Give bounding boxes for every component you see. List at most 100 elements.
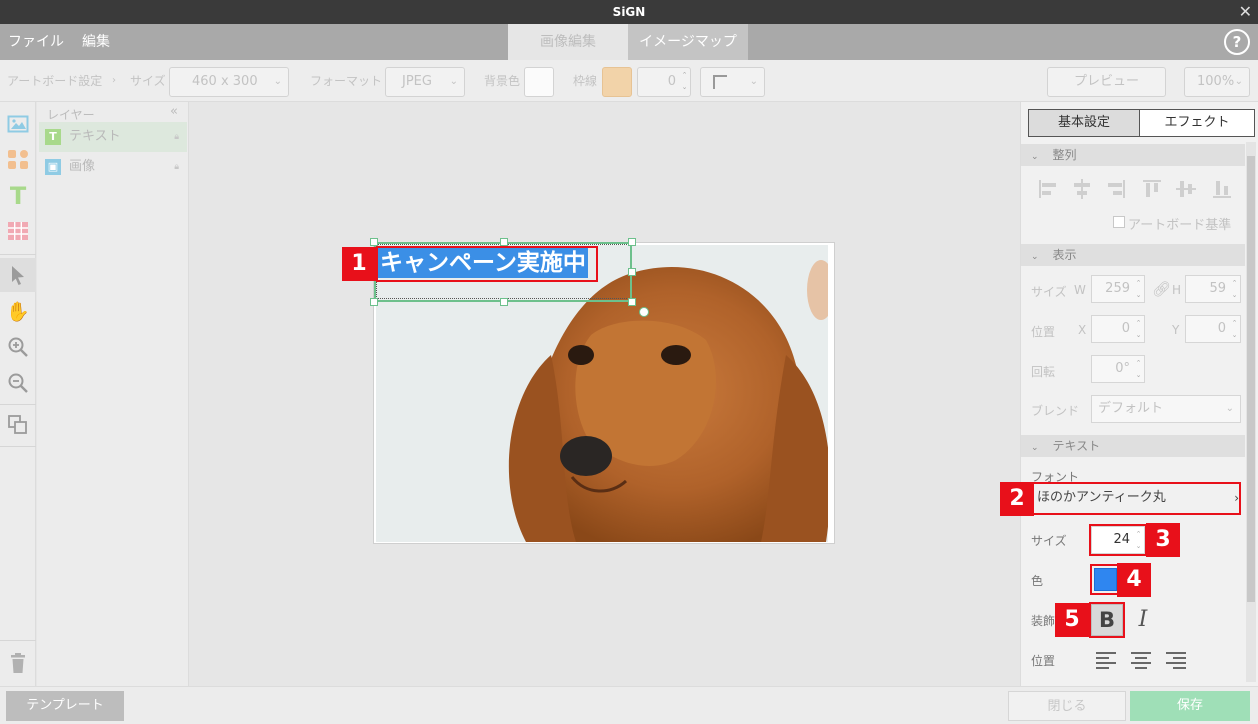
preview-button[interactable]: プレビュー: [1047, 67, 1166, 97]
format-select[interactable]: JPEG ⌄: [385, 67, 465, 97]
italic-toggle[interactable]: I: [1131, 605, 1155, 635]
align-right-icon[interactable]: [1105, 178, 1127, 200]
divider: [0, 446, 36, 447]
tab-effect[interactable]: エフェクト: [1139, 109, 1255, 137]
resize-handle[interactable]: [370, 298, 378, 306]
blend-label: ブレンド: [1031, 404, 1080, 418]
table-tool-icon[interactable]: [6, 220, 30, 244]
section-text-header[interactable]: ⌄ テキスト: [1021, 435, 1245, 457]
y-label: Y: [1172, 323, 1180, 337]
duplicate-icon[interactable]: [6, 414, 30, 438]
border-label: 枠線: [573, 74, 598, 88]
align-bottom-icon[interactable]: [1211, 178, 1233, 200]
width-input[interactable]: 259 ⌃ ⌄: [1091, 275, 1145, 303]
shapes-tool-icon[interactable]: [6, 148, 30, 172]
template-button[interactable]: テンプレート: [6, 691, 124, 721]
zoom-value: 100%: [1197, 74, 1235, 89]
chevron-down-icon: ⌄: [1225, 403, 1234, 414]
tab-image-map[interactable]: イメージマップ: [628, 24, 748, 60]
lock-icon[interactable]: 🔒︎: [174, 122, 179, 152]
text-tool-icon[interactable]: T: [6, 184, 30, 208]
stepper-icon[interactable]: ⌃ ⌄: [1134, 357, 1143, 381]
scroll-thumb[interactable]: [1247, 156, 1255, 602]
align-middle-v-icon[interactable]: [1175, 178, 1197, 200]
artboard-settings-label: アートボード設定: [7, 74, 103, 88]
stepper-icon[interactable]: ⌃ ⌄: [680, 69, 689, 93]
section-display-header[interactable]: ⌄ 表示: [1021, 244, 1245, 266]
y-value: 0: [1217, 321, 1226, 336]
tab-basic-settings[interactable]: 基本設定: [1028, 109, 1140, 137]
divider: [0, 640, 36, 641]
align-left-icon[interactable]: [1037, 178, 1059, 200]
title-bar: SiGN ✕: [0, 0, 1258, 24]
text-align-right-icon[interactable]: [1165, 650, 1187, 670]
height-input[interactable]: 59 ⌃ ⌄: [1185, 275, 1241, 303]
collapse-icon[interactable]: «: [170, 104, 178, 119]
annotation-box: [376, 246, 598, 282]
resize-handle[interactable]: [500, 298, 508, 306]
align-center-h-icon[interactable]: [1071, 178, 1093, 200]
menu-file[interactable]: ファイル: [8, 24, 64, 60]
size-label: サイズ: [1031, 534, 1067, 548]
layer-row-image[interactable]: ▣ 画像 🔒︎: [39, 152, 187, 182]
menu-edit[interactable]: 編集: [82, 24, 110, 60]
artboard-toolbar: アートボード設定 › サイズ 460 x 300 ⌄ フォーマット JPEG ⌄…: [0, 60, 1258, 102]
image-tool-icon[interactable]: [6, 114, 30, 138]
lock-icon[interactable]: 🔒︎: [174, 152, 179, 182]
resize-handle[interactable]: [500, 238, 508, 246]
size-label: サイズ: [1031, 285, 1067, 299]
section-align-header[interactable]: ⌄ 整列: [1021, 144, 1245, 166]
blend-select[interactable]: デフォルト ⌄: [1091, 395, 1241, 423]
y-input[interactable]: 0 ⌃ ⌄: [1185, 315, 1241, 343]
canvas-area: キャンペーン実施中 1: [190, 102, 1020, 686]
panel-scrollbar[interactable]: [1246, 142, 1256, 682]
chevron-down-icon: ⌄: [1031, 443, 1039, 453]
tab-image-edit[interactable]: 画像編集: [508, 24, 628, 60]
close-button[interactable]: 閉じる: [1008, 691, 1126, 721]
border-style-select[interactable]: ⌄: [700, 67, 765, 97]
annotation-badge: 3: [1146, 523, 1180, 557]
stepper-icon[interactable]: ⌃ ⌄: [1230, 317, 1239, 341]
hand-tool-icon[interactable]: ✋: [6, 300, 30, 324]
rotate-handle[interactable]: [639, 307, 649, 317]
chevron-down-icon: ⌄: [273, 76, 282, 87]
annotation-badge: 1: [342, 247, 376, 281]
help-icon[interactable]: ?: [1224, 29, 1250, 55]
zoom-select[interactable]: 100% ⌄: [1184, 67, 1250, 97]
pointer-tool-icon[interactable]: [6, 264, 30, 288]
height-value: 59: [1209, 281, 1226, 296]
border-width-input[interactable]: 0 ⌃ ⌄: [637, 67, 691, 97]
artboard-basis-checkbox[interactable]: [1113, 216, 1125, 228]
h-label: H: [1172, 283, 1182, 297]
stepper-icon[interactable]: ⌃ ⌄: [1134, 277, 1143, 301]
border-color-swatch[interactable]: [602, 67, 632, 97]
annotation-badge: 2: [1000, 482, 1034, 516]
save-button[interactable]: 保存: [1130, 691, 1250, 721]
chevron-down-icon: ⌄: [1031, 152, 1039, 162]
resize-handle[interactable]: [628, 298, 636, 306]
decoration-label: 装飾: [1031, 614, 1056, 628]
resize-handle[interactable]: [628, 238, 636, 246]
artboard-size-select[interactable]: 460 x 300 ⌄: [169, 67, 289, 97]
align-top-icon[interactable]: [1141, 178, 1163, 200]
trash-icon[interactable]: [6, 652, 30, 676]
annotation-badge: 5: [1055, 603, 1089, 637]
x-label: X: [1078, 323, 1087, 337]
stepper-icon[interactable]: ⌃ ⌄: [1230, 277, 1239, 301]
layer-row-text[interactable]: T テキスト 🔒︎: [39, 122, 187, 152]
resize-handle[interactable]: [370, 238, 378, 246]
link-icon[interactable]: 🔗︎: [1152, 280, 1171, 298]
bg-color-swatch[interactable]: [524, 67, 554, 97]
text-align-center-icon[interactable]: [1130, 650, 1152, 670]
close-icon[interactable]: ✕: [1239, 0, 1252, 24]
zoom-out-icon[interactable]: [6, 372, 30, 396]
corner-style-icon: [713, 75, 727, 89]
text-align-left-icon[interactable]: [1095, 650, 1117, 670]
rotation-input[interactable]: 0° ⌃ ⌄: [1091, 355, 1145, 383]
resize-handle[interactable]: [628, 268, 636, 276]
app-title: SiGN: [612, 5, 646, 19]
menu-bar: ファイル 編集 画像編集 イメージマップ ?: [0, 24, 1258, 60]
stepper-icon[interactable]: ⌃ ⌄: [1134, 317, 1143, 341]
zoom-in-icon[interactable]: [6, 336, 30, 360]
x-input[interactable]: 0 ⌃ ⌄: [1091, 315, 1145, 343]
